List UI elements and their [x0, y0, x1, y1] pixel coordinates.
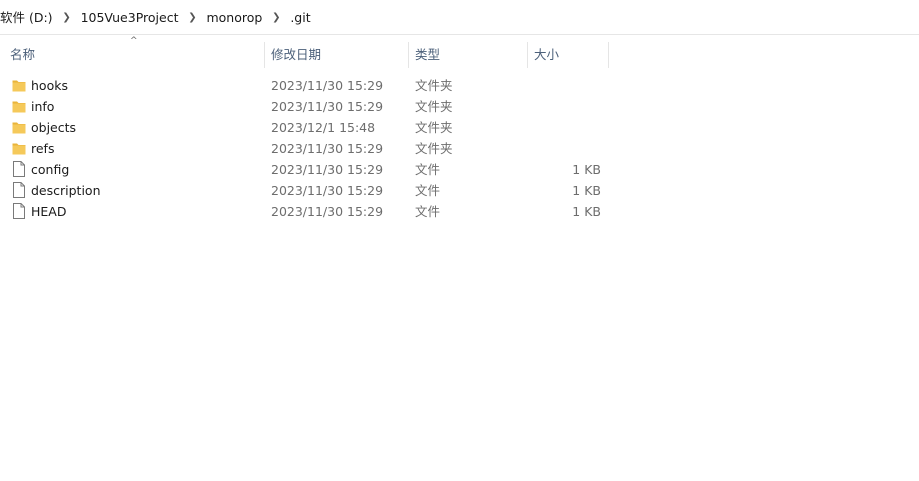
file-name[interactable]: config	[31, 159, 69, 180]
breadcrumb-item-project[interactable]: 105Vue3Project	[77, 0, 183, 34]
file-row[interactable]: info 2023/11/30 15:29 文件夹	[0, 96, 919, 117]
file-type: 文件	[415, 183, 441, 198]
folder-icon	[12, 140, 26, 156]
file-row[interactable]: HEAD 2023/11/30 15:29 文件 1 KB	[0, 201, 919, 222]
file-date: 2023/11/30 15:29	[271, 78, 384, 93]
breadcrumb-item-git[interactable]: .git	[286, 0, 314, 34]
file-type: 文件夹	[415, 99, 453, 114]
explorer-window: 软件 (D:) ❯ 105Vue3Project ❯ monorop ❯ .gi…	[0, 0, 919, 481]
breadcrumb[interactable]: 软件 (D:) ❯ 105Vue3Project ❯ monorop ❯ .gi…	[0, 0, 919, 35]
file-row[interactable]: refs 2023/11/30 15:29 文件夹	[0, 138, 919, 159]
folder-icon	[12, 119, 26, 135]
file-type: 文件夹	[415, 141, 453, 156]
breadcrumb-item-monorop[interactable]: monorop	[202, 0, 266, 34]
file-date: 2023/11/30 15:29	[271, 183, 384, 198]
column-header-name[interactable]: 名称	[4, 42, 264, 68]
column-divider[interactable]	[608, 42, 609, 68]
folder-icon	[12, 77, 26, 93]
file-date: 2023/11/30 15:29	[271, 204, 384, 219]
file-list: hooks 2023/11/30 15:29 文件夹 info 2023/11/30 1…	[0, 75, 919, 222]
file-row[interactable]: hooks 2023/11/30 15:29 文件夹	[0, 75, 919, 96]
file-row[interactable]: description 2023/11/30 15:29 文件 1 KB	[0, 180, 919, 201]
column-header-date[interactable]: 修改日期	[265, 42, 408, 68]
file-size: 1 KB	[572, 162, 601, 177]
file-date: 2023/12/1 15:48	[271, 120, 376, 135]
file-name[interactable]: info	[31, 96, 54, 117]
chevron-right-icon[interactable]: ❯	[266, 12, 286, 23]
column-header-row: ^ 名称 修改日期 类型 大小	[0, 36, 919, 68]
file-row[interactable]: config 2023/11/30 15:29 文件 1 KB	[0, 159, 919, 180]
file-name[interactable]: hooks	[31, 75, 68, 96]
file-row[interactable]: objects 2023/12/1 15:48 文件夹	[0, 117, 919, 138]
file-type: 文件	[415, 162, 441, 177]
file-icon	[12, 161, 26, 177]
chevron-right-icon[interactable]: ❯	[182, 12, 202, 23]
breadcrumb-item-drive[interactable]: 软件 (D:)	[0, 0, 57, 34]
file-type: 文件	[415, 204, 441, 219]
file-date: 2023/11/30 15:29	[271, 162, 384, 177]
file-icon	[12, 203, 26, 219]
file-name[interactable]: description	[31, 180, 101, 201]
file-type: 文件夹	[415, 120, 453, 135]
file-type: 文件夹	[415, 78, 453, 93]
column-header-type[interactable]: 类型	[409, 42, 527, 68]
file-name[interactable]: objects	[31, 117, 76, 138]
file-icon	[12, 182, 26, 198]
chevron-right-icon[interactable]: ❯	[57, 12, 77, 23]
file-name[interactable]: refs	[31, 138, 54, 159]
column-header-size[interactable]: 大小	[528, 42, 608, 68]
file-date: 2023/11/30 15:29	[271, 141, 384, 156]
folder-icon	[12, 98, 26, 114]
file-size: 1 KB	[572, 183, 601, 198]
file-date: 2023/11/30 15:29	[271, 99, 384, 114]
file-name[interactable]: HEAD	[31, 201, 66, 222]
file-size: 1 KB	[572, 204, 601, 219]
